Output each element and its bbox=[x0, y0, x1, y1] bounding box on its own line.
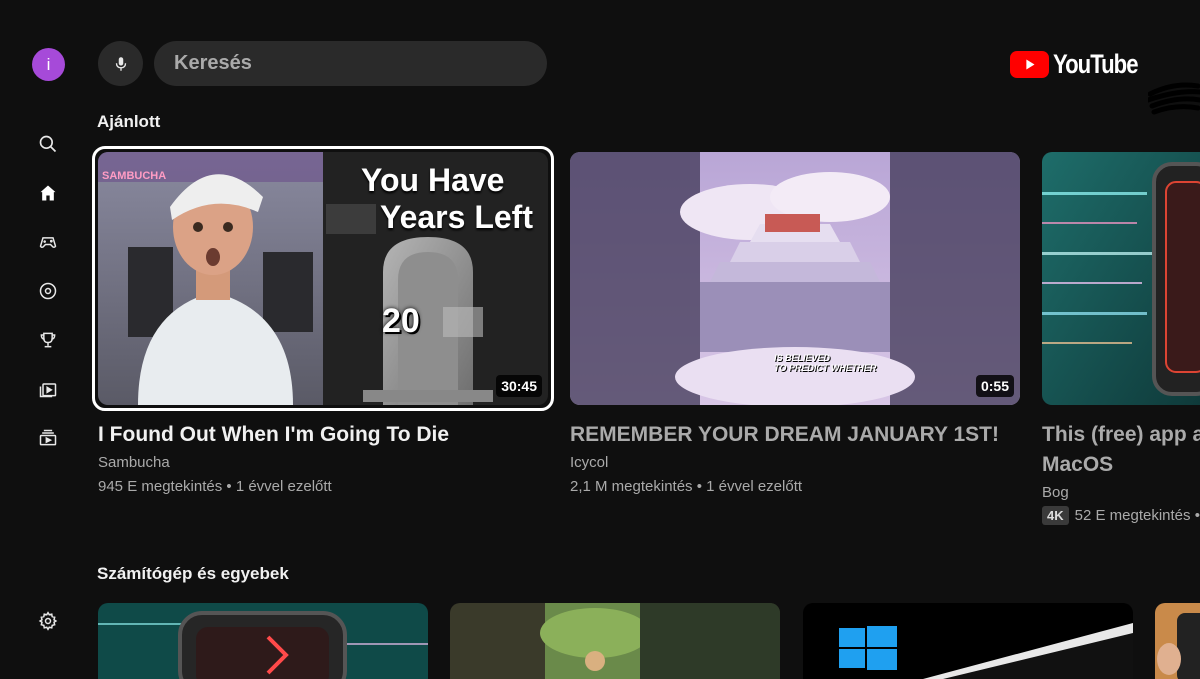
redaction-scribble bbox=[1148, 82, 1200, 115]
thumbnail-caption-line1: IS BELIEVED bbox=[774, 353, 831, 363]
video-thumbnail-4[interactable] bbox=[98, 603, 428, 679]
search-icon[interactable] bbox=[36, 132, 60, 156]
video-title-2[interactable]: REMEMBER YOUR DREAM JANUARY 1ST! bbox=[570, 420, 999, 450]
music-disc-icon[interactable] bbox=[36, 279, 60, 303]
thumbnail-neon-sign: SAMBUCHA bbox=[102, 170, 167, 182]
thumbnail-year: 20 bbox=[382, 302, 420, 340]
thumbnail-image-7 bbox=[1155, 603, 1200, 679]
youtube-logo: YouTube bbox=[1010, 48, 1156, 80]
video-title-3-line1[interactable]: This (free) app a bbox=[1042, 420, 1200, 450]
video-thumbnail-2[interactable]: IS BELIEVED TO PREDICT WHETHER 0:55 bbox=[570, 152, 1020, 405]
video-duration-2: 0:55 bbox=[975, 375, 1014, 397]
thumbnail-caption-line2: TO PREDICT WHETHER bbox=[774, 363, 876, 373]
video-duration-1: 30:45 bbox=[496, 375, 542, 397]
youtube-logo-text: YouTube bbox=[1053, 48, 1139, 79]
video-thumbnail-1[interactable]: SAMBUCHA You Have Years Left 20 30:45 bbox=[98, 152, 548, 405]
video-channel-2: Icycol bbox=[570, 454, 609, 471]
video-thumbnail-7[interactable] bbox=[1155, 603, 1200, 679]
video-thumbnail-3[interactable] bbox=[1042, 152, 1200, 405]
avatar-initial: i bbox=[46, 54, 51, 74]
thumbnail-text-line2: Years Left bbox=[380, 199, 533, 235]
video-meta-1: 945 E megtekintés • 1 évvel ezelőtt bbox=[98, 478, 332, 495]
video-channel-1: Sambucha bbox=[98, 454, 170, 471]
video-channel-3: Bog bbox=[1042, 484, 1069, 501]
avatar[interactable]: i bbox=[32, 48, 65, 81]
video-title-3-line2[interactable]: MacOS bbox=[1042, 450, 1113, 480]
video-meta-3-row: 4K 52 E megtekintés • bbox=[1042, 506, 1200, 525]
library-icon[interactable] bbox=[36, 426, 60, 450]
search-input[interactable]: Keresés bbox=[154, 41, 547, 86]
microphone-icon bbox=[115, 56, 126, 71]
video-thumbnail-5[interactable] bbox=[450, 603, 780, 679]
video-meta-2: 2,1 M megtekintés • 1 évvel ezelőtt bbox=[570, 478, 803, 495]
section-title-computer: Számítógép és egyebek bbox=[97, 564, 289, 583]
thumbnail-image-4 bbox=[98, 603, 428, 679]
thumbnail-image-5 bbox=[450, 603, 780, 679]
quality-badge-4k: 4K bbox=[1042, 506, 1069, 525]
trophy-icon[interactable] bbox=[36, 328, 60, 352]
video-meta-3: 52 E megtekintés • bbox=[1074, 507, 1200, 524]
thumbnail-image-3 bbox=[1042, 152, 1200, 405]
home-icon[interactable] bbox=[36, 181, 60, 205]
video-title-1[interactable]: I Found Out When I'm Going To Die bbox=[98, 420, 449, 450]
playlist-icon[interactable] bbox=[36, 377, 60, 401]
thumbnail-text-line1: You Have bbox=[361, 162, 505, 198]
video-thumbnail-6[interactable] bbox=[803, 603, 1133, 679]
youtube-play-icon bbox=[1010, 50, 1049, 78]
section-title-recommended: Ajánlott bbox=[97, 112, 161, 131]
search-placeholder: Keresés bbox=[174, 52, 252, 74]
gamepad-icon[interactable] bbox=[36, 230, 60, 254]
voice-search-button[interactable] bbox=[98, 41, 143, 86]
thumbnail-image-6 bbox=[803, 603, 1133, 679]
gear-icon[interactable] bbox=[36, 609, 60, 633]
